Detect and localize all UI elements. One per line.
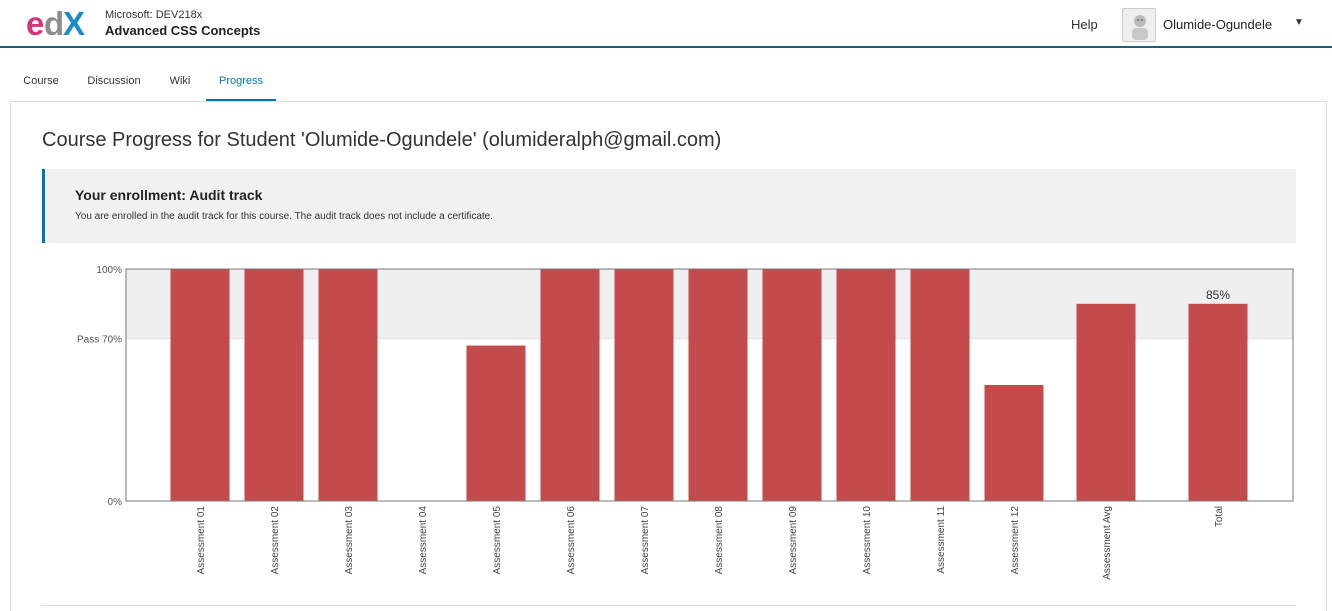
category-label: Assessment 10: [862, 506, 873, 575]
tab-progress[interactable]: Progress: [206, 66, 276, 102]
enrollment-description: You are enrolled in the audit track for …: [75, 211, 494, 222]
logo-x: X: [63, 6, 85, 40]
y-tick-label: 100%: [96, 265, 122, 276]
category-label: Assessment 02: [270, 506, 281, 575]
logo-e: e: [26, 6, 44, 40]
category-label: Assessment 05: [492, 506, 503, 575]
category-label: Assessment 04: [418, 506, 429, 575]
grade-bar: [762, 269, 822, 501]
username[interactable]: Olumide-Ogundele: [1163, 17, 1272, 32]
chevron-down-icon[interactable]: ▼: [1294, 17, 1304, 28]
grade-bar: [244, 269, 304, 501]
avatar-image: [1132, 15, 1148, 40]
grade-bar: [1188, 303, 1248, 501]
grade-bar: [614, 269, 674, 501]
category-label: Assessment 08: [714, 506, 725, 575]
enrollment-message: Your enrollment: Audit track You are enr…: [42, 169, 1296, 243]
category-label: Assessment 07: [640, 506, 651, 575]
enrollment-title: Your enrollment: Audit track: [75, 187, 263, 203]
y-tick-label: 0%: [108, 497, 123, 508]
edx-logo[interactable]: e d X: [26, 6, 92, 40]
category-label: Assessment 01: [196, 506, 207, 575]
divider: [42, 605, 1296, 606]
category-label: Assessment 06: [566, 506, 577, 575]
grade-bar: [688, 269, 748, 501]
category-label: Assessment 11: [936, 506, 947, 574]
grade-bar: [1076, 303, 1136, 501]
tab-discussion[interactable]: Discussion: [82, 66, 146, 102]
course-name[interactable]: Advanced CSS Concepts: [105, 23, 260, 38]
grade-bar: [540, 269, 600, 501]
category-label: Assessment 09: [788, 506, 799, 575]
page-title: Course Progress for Student 'Olumide-Ogu…: [42, 129, 722, 151]
y-tick-label: Pass 70%: [77, 335, 122, 346]
logo-d: d: [44, 6, 64, 40]
tab-wiki[interactable]: Wiki: [162, 66, 198, 102]
grade-bar: [984, 385, 1044, 501]
help-link[interactable]: Help: [1071, 17, 1098, 32]
category-label: Assessment 12: [1010, 506, 1021, 575]
user-avatar[interactable]: [1122, 8, 1156, 42]
category-label: Total: [1214, 506, 1225, 527]
grade-bar: [318, 269, 378, 501]
site-header: e d X Microsoft: DEV218x Advanced CSS Co…: [0, 0, 1332, 48]
grade-bar: [466, 345, 526, 501]
grade-bar: [910, 269, 970, 501]
category-label: Assessment 03: [344, 506, 355, 575]
total-value-label: 85%: [1206, 288, 1230, 302]
grade-bar: [170, 269, 230, 501]
tab-course[interactable]: Course: [10, 66, 72, 102]
category-label: Assessment Avg: [1102, 506, 1113, 580]
grade-bar: [836, 269, 896, 501]
course-org: Microsoft: DEV218x: [105, 9, 203, 21]
